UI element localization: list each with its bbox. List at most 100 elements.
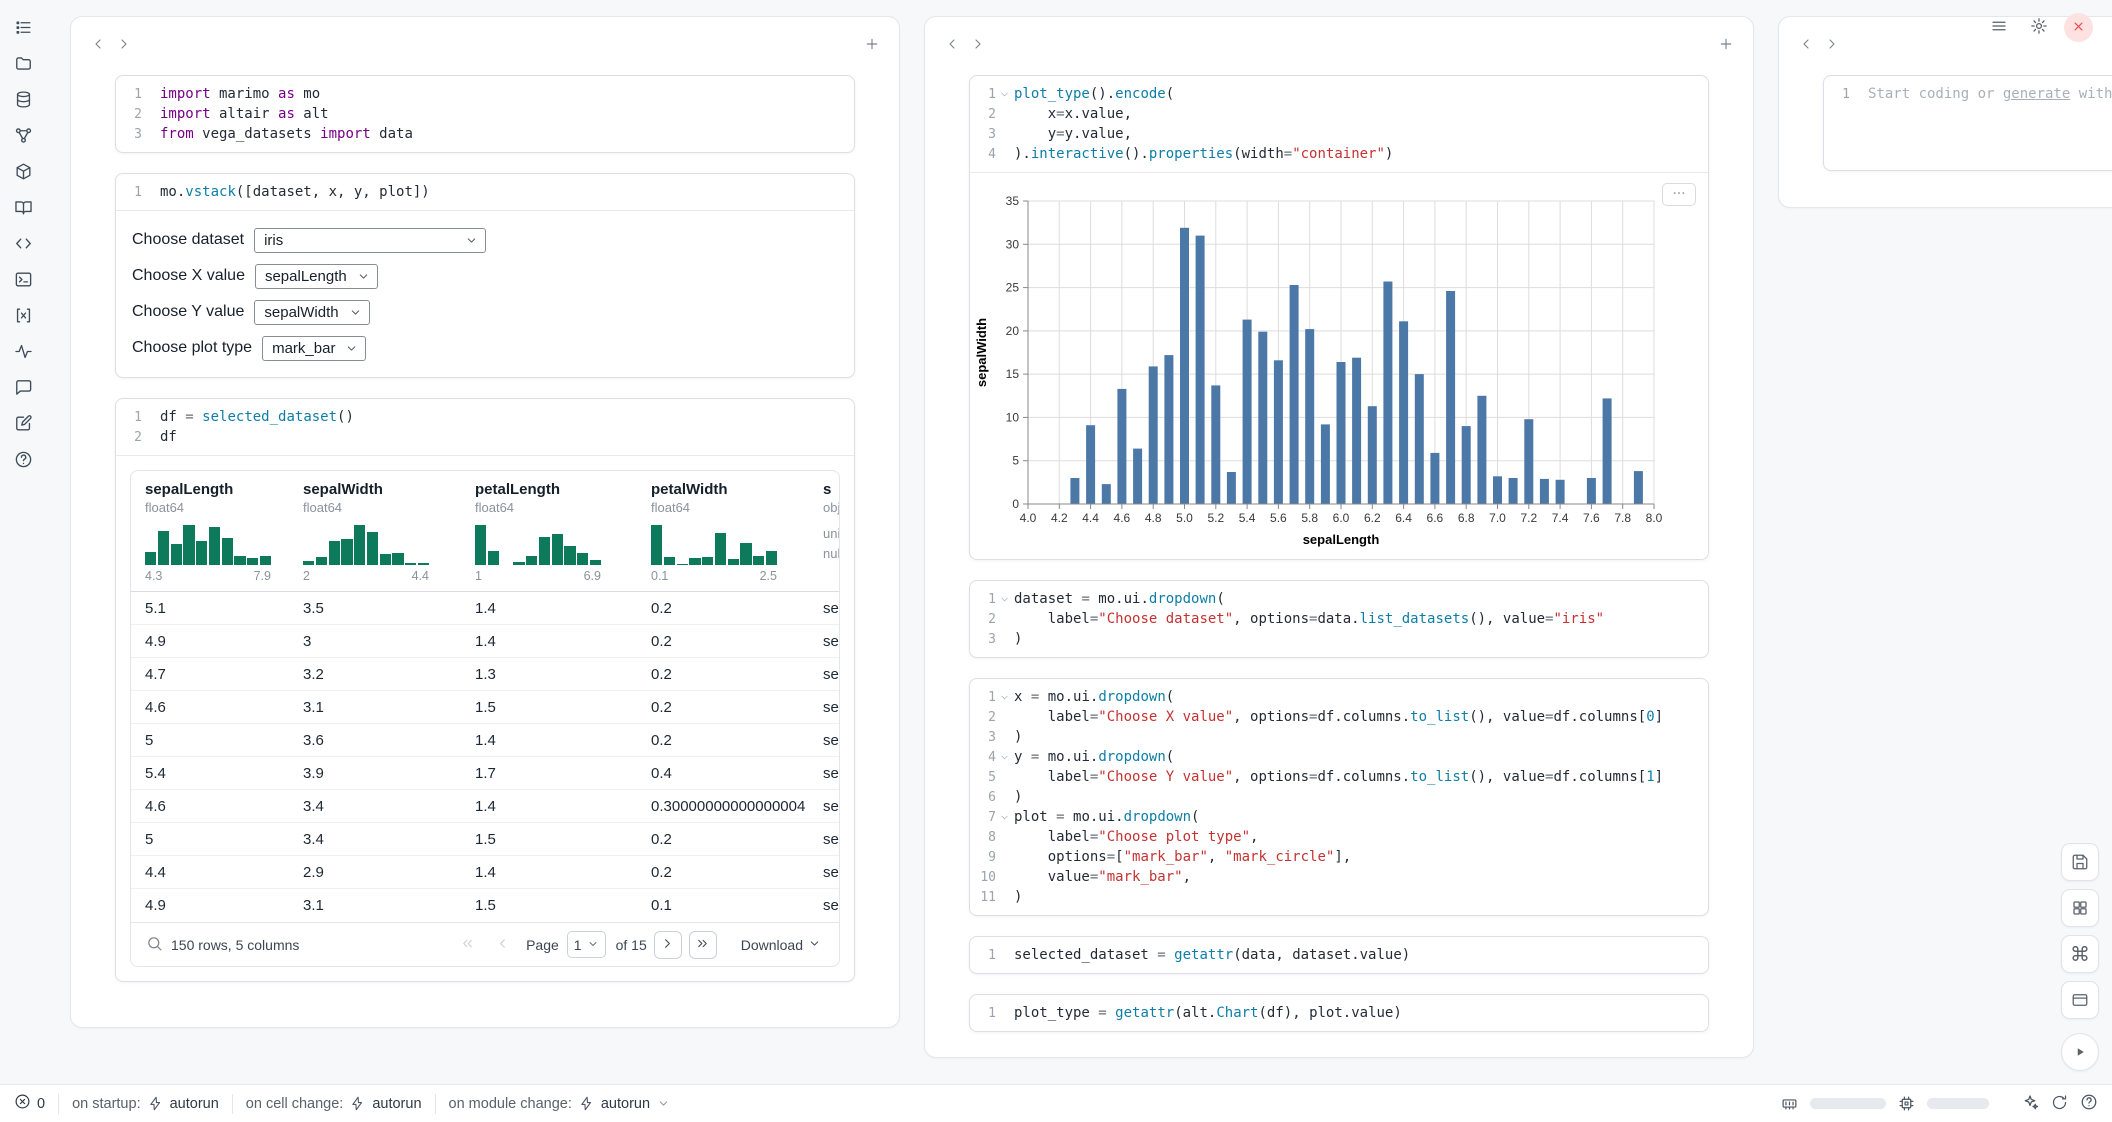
bar[interactable]	[1493, 476, 1502, 504]
code-line[interactable]: 1df = selected_dataset()	[116, 407, 840, 427]
panel-scratchpad-button[interactable]	[10, 410, 37, 437]
panel-chat-button[interactable]	[10, 374, 37, 401]
bar[interactable]	[1430, 453, 1439, 504]
run-button[interactable]	[2061, 1033, 2099, 1071]
code-line[interactable]: 2 label="Choose X value", options=df.col…	[970, 707, 1694, 727]
column-next-button[interactable]	[965, 32, 991, 58]
bar[interactable]	[1634, 471, 1643, 504]
panel-dependencies-button[interactable]	[10, 122, 37, 149]
fold-chevron-icon[interactable]	[998, 751, 1011, 764]
panel-documentation-button[interactable]	[10, 194, 37, 221]
panel-table-of-contents-button[interactable]	[10, 14, 37, 41]
dropdown-choose-x-value[interactable]: sepalLength	[255, 264, 378, 289]
panel-files-button[interactable]	[10, 50, 37, 77]
dropdown-choose-plot-type[interactable]: mark_bar	[262, 336, 366, 361]
code-editor[interactable]: 1mo.vstack([dataset, x, y, plot])	[116, 174, 854, 210]
code-line[interactable]: 3)	[970, 727, 1694, 747]
on-startup-mode[interactable]: on startup: autorun	[72, 1096, 219, 1112]
column-header-sepalWidth[interactable]: sepalWidthfloat6424.4	[289, 471, 461, 591]
bar[interactable]	[1133, 449, 1142, 504]
code-line[interactable]: 10 value="mark_bar",	[970, 867, 1694, 887]
bar[interactable]	[1180, 228, 1189, 504]
prev-page-button[interactable]	[488, 931, 516, 959]
panel-snippets-button[interactable]	[10, 230, 37, 257]
code-line[interactable]: 1mo.vstack([dataset, x, y, plot])	[116, 182, 840, 202]
add-cell-button[interactable]	[859, 32, 885, 58]
column-header-sepalLength[interactable]: sepalLengthfloat644.37.9	[131, 471, 289, 591]
bar[interactable]	[1477, 396, 1486, 504]
code-line[interactable]: 4).interactive().properties(width="conta…	[970, 144, 1694, 164]
code-line[interactable]: 11)	[970, 887, 1694, 907]
bar[interactable]	[1227, 472, 1236, 504]
shutdown-button[interactable]	[2064, 13, 2093, 42]
column-histogram[interactable]	[303, 525, 429, 565]
code-line[interactable]: 7plot = mo.ui.dropdown(	[970, 807, 1694, 827]
bar[interactable]	[1117, 389, 1126, 504]
code-line[interactable]: 2import altair as alt	[116, 104, 840, 124]
code-line[interactable]: 8 label="Choose plot type",	[970, 827, 1694, 847]
bar[interactable]	[1070, 478, 1079, 504]
code-editor[interactable]: 1plot_type().encode(2 x=x.value,3 y=y.va…	[970, 76, 1708, 172]
table-row[interactable]: 4.93.11.50.1setosa	[131, 889, 839, 922]
code-editor[interactable]: 1plot_type = getattr(alt.Chart(df), plot…	[970, 995, 1708, 1031]
column-prev-button[interactable]	[1793, 32, 1819, 58]
table-row[interactable]: 4.931.40.2setosa	[131, 625, 839, 658]
code-line[interactable]: 2 x=x.value,	[970, 104, 1694, 124]
on-cell-change-mode[interactable]: on cell change: autorun	[246, 1096, 422, 1112]
bar[interactable]	[1274, 360, 1283, 504]
code-line[interactable]: 1selected_dataset = getattr(data, datase…	[970, 945, 1694, 965]
bar[interactable]	[1196, 236, 1205, 504]
code-line[interactable]: 1x = mo.ui.dropdown(	[970, 687, 1694, 707]
column-next-button[interactable]	[1819, 32, 1845, 58]
bar[interactable]	[1352, 358, 1361, 504]
fold-chevron-icon[interactable]	[998, 691, 1011, 704]
bar[interactable]	[1368, 406, 1377, 504]
add-cell-button[interactable]	[1713, 32, 1739, 58]
column-prev-button[interactable]	[939, 32, 965, 58]
code-editor[interactable]: 1 Start coding or generate with AI.	[1824, 76, 2112, 112]
code-line[interactable]: 3from vega_datasets import data	[116, 124, 840, 144]
code-line[interactable]: 2df	[116, 427, 840, 447]
column-histogram[interactable]	[651, 525, 777, 565]
first-page-button[interactable]	[453, 931, 481, 959]
bar[interactable]	[1305, 329, 1314, 504]
bar[interactable]	[1524, 419, 1533, 504]
dropdown-choose-y-value[interactable]: sepalWidth	[254, 300, 369, 325]
next-page-button[interactable]	[654, 931, 682, 959]
ai-assistant-button[interactable]	[2021, 1093, 2039, 1114]
bar[interactable]	[1587, 478, 1596, 504]
panel-data-sources-button[interactable]	[10, 86, 37, 113]
fold-chevron-icon[interactable]	[998, 88, 1011, 101]
notebook-menu-button[interactable]	[1984, 13, 2013, 42]
bar[interactable]	[1164, 355, 1173, 504]
download-button[interactable]: Download	[735, 936, 827, 954]
table-row[interactable]: 4.63.41.40.30000000000000004setosa	[131, 790, 839, 823]
code-line[interactable]: 3)	[970, 629, 1694, 649]
generate-with-ai-link[interactable]: generate	[2003, 86, 2070, 102]
bar[interactable]	[1603, 398, 1612, 504]
code-editor[interactable]: 1x = mo.ui.dropdown(2 label="Choose X va…	[970, 679, 1708, 915]
keyboard-shortcuts-button[interactable]: ⌘	[2061, 935, 2099, 973]
column-histogram[interactable]	[145, 525, 271, 565]
column-header-petalLength[interactable]: petalLengthfloat6416.9	[461, 471, 637, 591]
fold-chevron-icon[interactable]	[998, 811, 1011, 824]
table-row[interactable]: 53.61.40.2setosa	[131, 724, 839, 757]
table-row[interactable]: 5.43.91.70.4setosa	[131, 757, 839, 790]
bar[interactable]	[1399, 321, 1408, 504]
on-module-change-mode[interactable]: on module change: autorun	[449, 1096, 671, 1112]
code-editor[interactable]: 1dataset = mo.ui.dropdown(2 label="Choos…	[970, 581, 1708, 657]
bar[interactable]	[1258, 332, 1267, 504]
table-row[interactable]: 4.73.21.30.2setosa	[131, 658, 839, 691]
panel-help-button[interactable]	[10, 446, 37, 473]
table-row[interactable]: 4.42.91.40.2setosa	[131, 856, 839, 889]
code-editor[interactable]: 1import marimo as mo2import altair as al…	[116, 76, 854, 152]
table-row[interactable]: 5.13.51.40.2setosa	[131, 592, 839, 625]
restart-kernel-button[interactable]	[2051, 1094, 2068, 1114]
panel-variables-button[interactable]	[10, 302, 37, 329]
code-editor[interactable]: 1df = selected_dataset()2df	[116, 399, 854, 455]
save-button[interactable]	[2061, 843, 2099, 881]
code-editor[interactable]: 1selected_dataset = getattr(data, datase…	[970, 937, 1708, 973]
code-line[interactable]: 4y = mo.ui.dropdown(	[970, 747, 1694, 767]
bar[interactable]	[1086, 425, 1095, 504]
bar[interactable]	[1462, 426, 1471, 504]
